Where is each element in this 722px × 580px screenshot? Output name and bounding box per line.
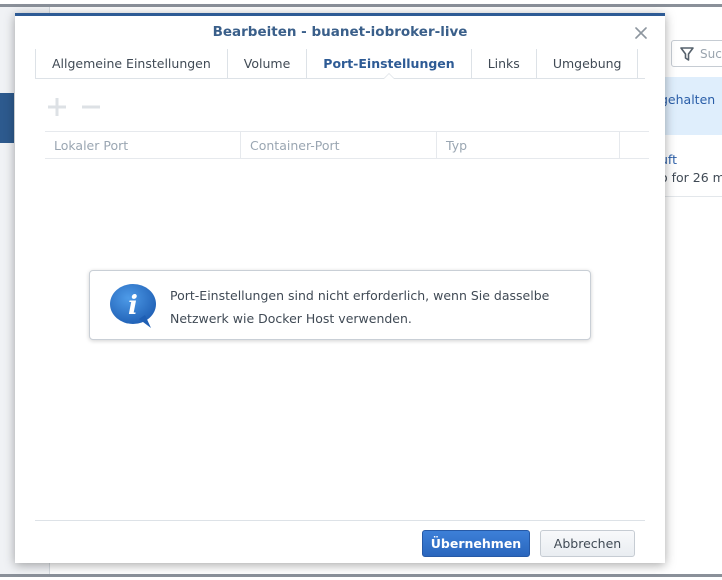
- background-selected-nav: [0, 93, 14, 143]
- background-row-status: gehalten: [660, 92, 716, 107]
- active-tab-indicator: [382, 73, 395, 79]
- background-top-border: [0, 4, 722, 7]
- info-message-text: Port-Einstellungen sind nicht erforderli…: [170, 288, 550, 326]
- tab-bar: Allgemeine Einstellungen Volume Port-Ein…: [35, 49, 645, 79]
- close-button[interactable]: [633, 25, 649, 41]
- port-grid-header: Lokaler Port Container-Port Typ: [45, 131, 649, 159]
- column-header-spacer: [620, 132, 634, 158]
- plus-icon: [48, 98, 66, 116]
- add-port-button[interactable]: [46, 97, 68, 117]
- tab-general-settings[interactable]: Allgemeine Einstellungen: [35, 49, 227, 78]
- column-header-container-port[interactable]: Container-Port: [241, 132, 437, 158]
- tab-bar-end: [637, 49, 639, 78]
- background-list-row-selected[interactable]: gehalten: [660, 77, 722, 135]
- tab-label: Volume: [243, 56, 291, 71]
- svg-text:i: i: [128, 291, 138, 321]
- tab-label: Port-Einstellungen: [323, 56, 455, 71]
- column-header-type[interactable]: Typ: [437, 132, 620, 158]
- background-search-placeholder: Suc: [700, 46, 722, 61]
- grid-toolbar: [46, 97, 102, 117]
- close-icon: [635, 27, 647, 39]
- column-header-local-port[interactable]: Lokaler Port: [45, 132, 241, 158]
- minus-icon: [82, 105, 100, 109]
- remove-port-button[interactable]: [80, 97, 102, 117]
- apply-button[interactable]: Übernehmen: [422, 530, 530, 557]
- background-list-row[interactable]: uft o for 26 m: [660, 137, 722, 197]
- dialog-title: Bearbeiten - buanet-iobroker-live: [212, 24, 468, 40]
- tab-volume[interactable]: Volume: [226, 49, 307, 78]
- tab-label: Links: [487, 56, 520, 71]
- tab-label: Umgebung: [552, 56, 622, 71]
- footer-divider: [35, 520, 645, 521]
- tab-environment[interactable]: Umgebung: [535, 49, 638, 78]
- edit-container-dialog: Bearbeiten - buanet-iobroker-live Allgem…: [15, 13, 665, 563]
- info-message-box: i Port-Einstellungen sind nicht erforder…: [89, 270, 591, 340]
- tab-label: Allgemeine Einstellungen: [52, 56, 211, 71]
- tab-port-settings[interactable]: Port-Einstellungen: [306, 49, 470, 79]
- filter-icon: [680, 46, 694, 61]
- cancel-button[interactable]: Abbrechen: [540, 530, 635, 557]
- info-icon: i: [110, 284, 156, 328]
- tab-links[interactable]: Links: [470, 49, 536, 78]
- background-bottom-border: [0, 574, 722, 577]
- background-search-field[interactable]: Suc: [671, 40, 722, 67]
- background-row-uptime: o for 26 m: [660, 170, 722, 185]
